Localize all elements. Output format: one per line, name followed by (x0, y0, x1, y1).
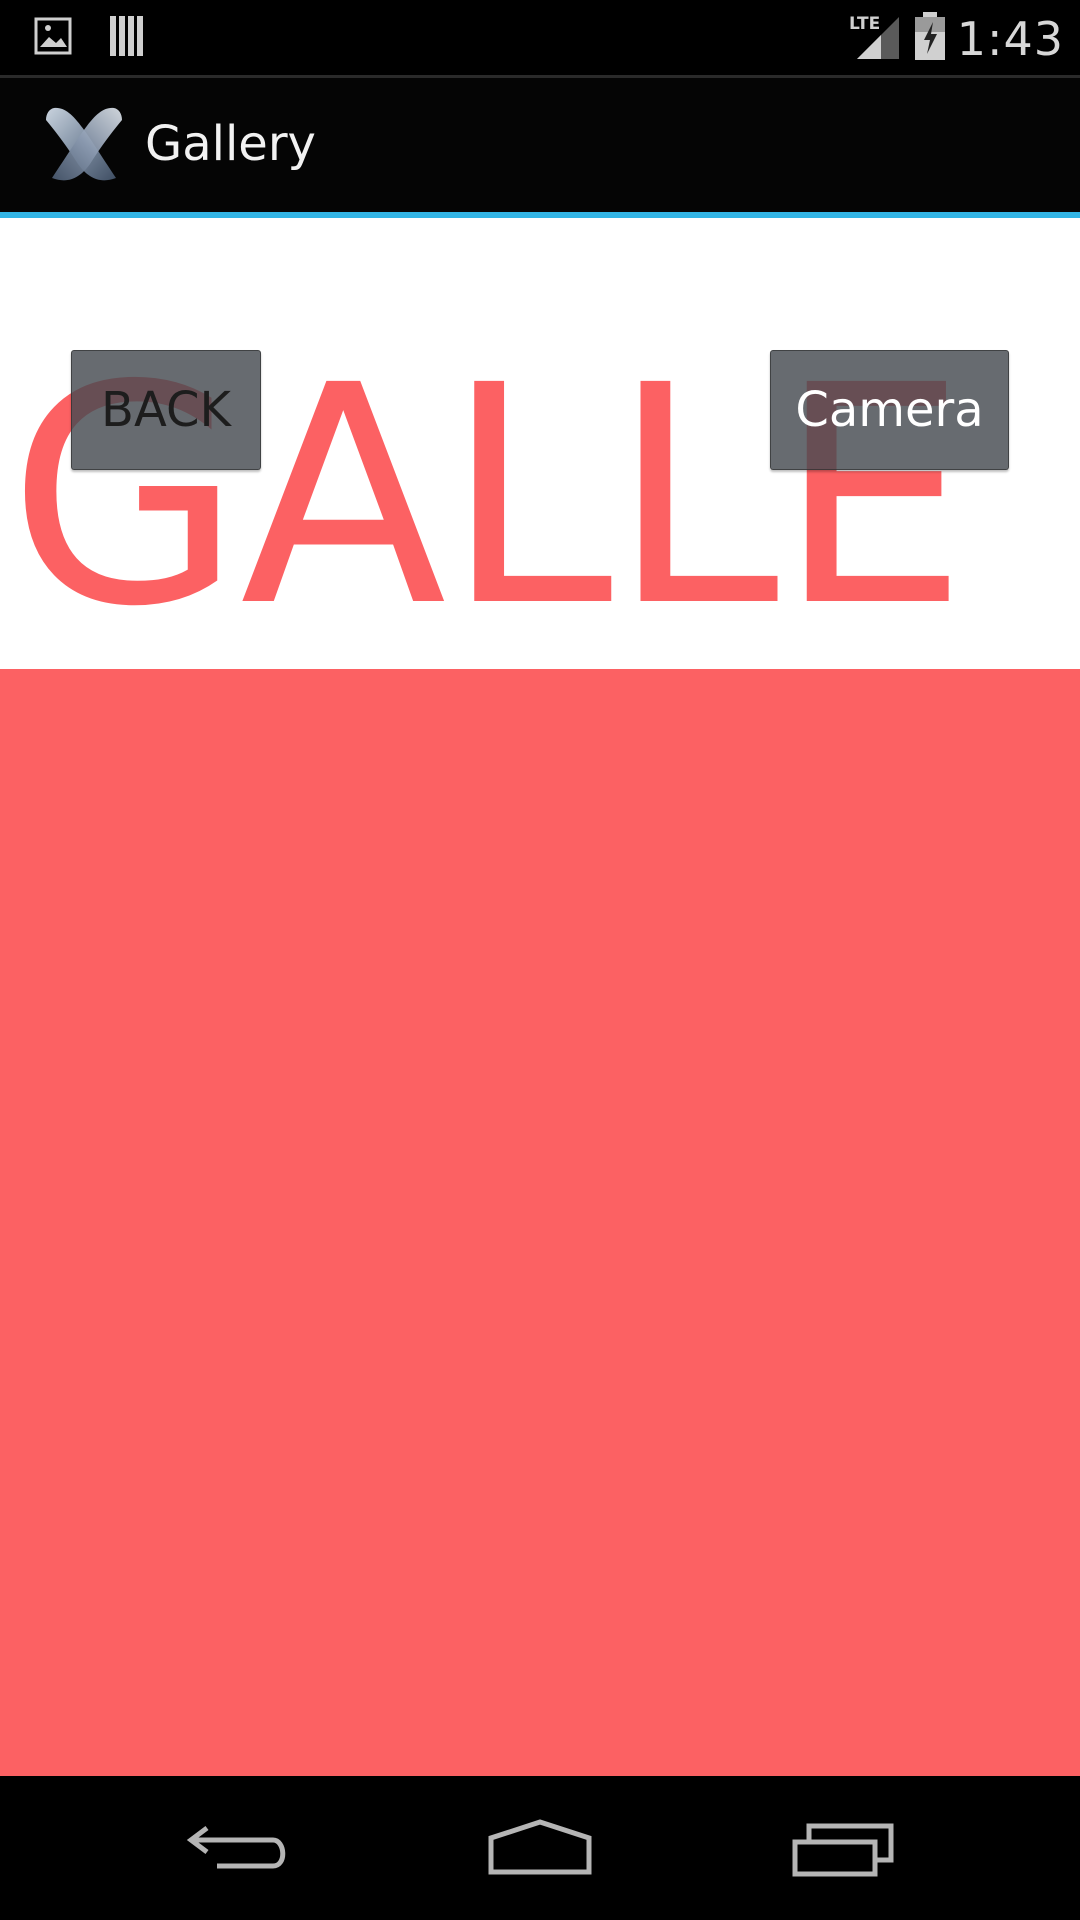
system-status: LTE 1:43 (847, 10, 1064, 67)
gallery-image-panel (0, 669, 1080, 1776)
gallery-notification-icon (34, 16, 74, 61)
action-bar: Gallery (0, 78, 1080, 212)
recents-nav-icon[interactable] (782, 1806, 902, 1890)
xamarin-logo-icon[interactable] (42, 102, 126, 186)
lte-signal-icon: LTE (847, 11, 903, 66)
gallery-content: GALLE BACK Camera (0, 218, 1080, 1776)
barcode-notification-icon (108, 14, 148, 63)
screen: LTE 1:43 Gallery GALLE BACK Camera (0, 0, 1080, 1920)
notification-icons (34, 14, 148, 63)
back-button[interactable]: BACK (71, 350, 261, 470)
camera-button[interactable]: Camera (770, 350, 1009, 470)
home-nav-icon[interactable] (480, 1806, 600, 1890)
status-time: 1:43 (956, 11, 1064, 66)
battery-charging-icon (913, 10, 947, 67)
svg-text:LTE: LTE (849, 14, 880, 34)
status-bar: LTE 1:43 (0, 0, 1080, 75)
back-nav-icon[interactable] (180, 1806, 300, 1890)
app-title: Gallery (145, 116, 316, 172)
navigation-bar (0, 1776, 1080, 1920)
